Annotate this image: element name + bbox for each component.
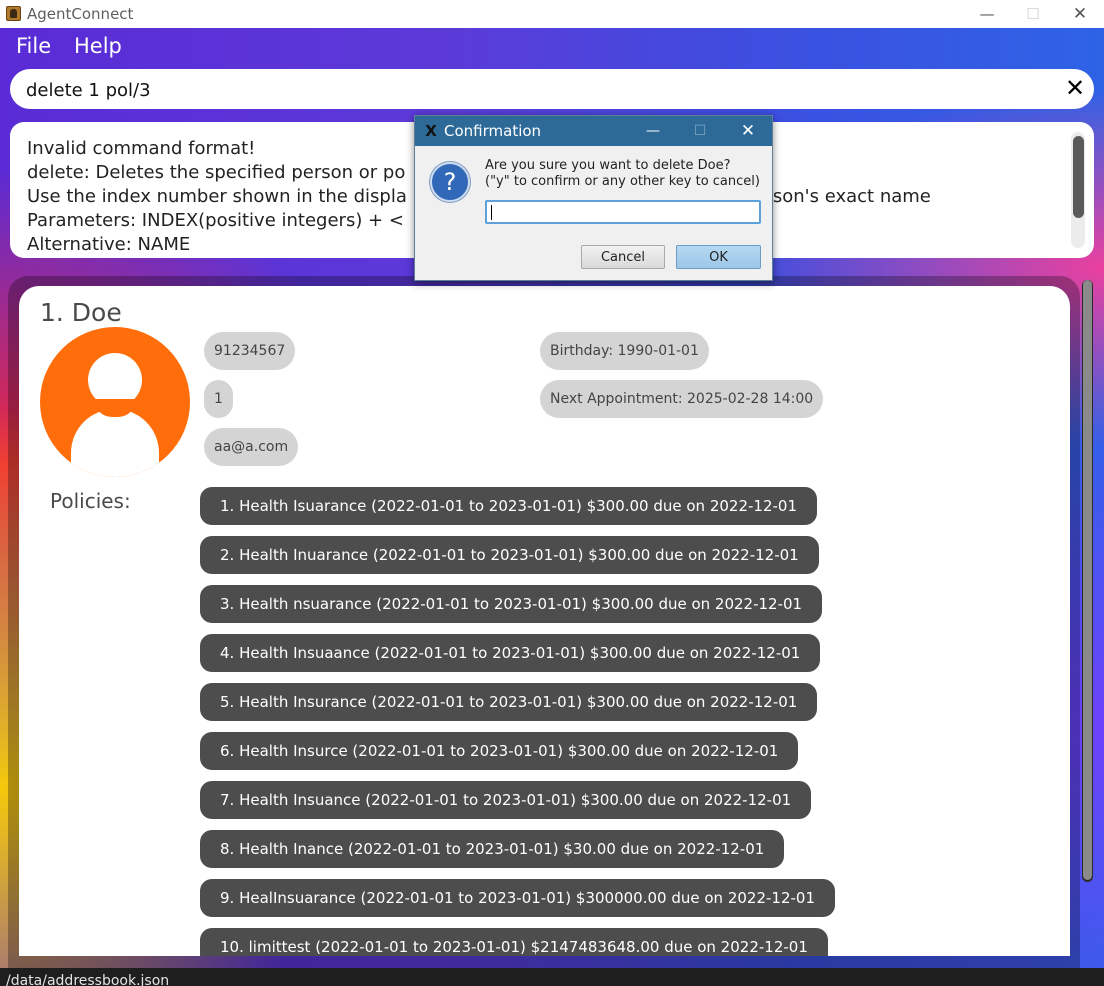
app-icon: [6, 6, 21, 21]
policy-item: 3. Health nsuarance (2022-01-01 to 2023-…: [200, 585, 823, 623]
policy-item: 6. Health Insurce (2022-01-01 to 2023-01…: [200, 732, 799, 770]
menu-help[interactable]: Help: [74, 34, 122, 58]
appointment-tag: Next Appointment: 2025-02-28 14:00: [540, 380, 824, 418]
dialog-message: Are you sure you want to delete Doe?: [485, 158, 731, 173]
policies-label: Policies:: [50, 489, 131, 513]
command-box: ✕: [10, 69, 1094, 109]
menu-file[interactable]: File: [16, 34, 51, 58]
cancel-button[interactable]: Cancel: [581, 245, 665, 269]
email-tag: aa@a.com: [204, 428, 299, 466]
policy-item: 9. HealInsuarance (2022-01-01 to 2023-01…: [200, 879, 835, 917]
policy-item: 5. Health Insurance (2022-01-01 to 2023-…: [200, 683, 818, 721]
policy-item: 2. Health Inuarance (2022-01-01 to 2023-…: [200, 536, 819, 574]
maximize-icon[interactable]: ☐: [677, 116, 723, 146]
window-title: AgentConnect: [27, 5, 134, 23]
avatar-icon: [40, 327, 190, 477]
policy-item: 7. Health Insuance (2022-01-01 to 2023-0…: [200, 781, 812, 819]
person-card[interactable]: 1. Doe 91234567 1 aa@a.com Birthday: 199…: [19, 286, 1070, 956]
close-icon[interactable]: ✕: [1057, 0, 1103, 28]
window-titlebar: AgentConnect — ☐ ✕: [0, 0, 1104, 28]
ok-button[interactable]: OK: [676, 245, 761, 269]
policy-item: 8. Health Inance (2022-01-01 to 2023-01-…: [200, 830, 785, 868]
command-input[interactable]: [26, 77, 1026, 103]
dialog-titlebar: X Confirmation — ☐ ✕: [415, 116, 772, 146]
birthday-tag: Birthday: 1990-01-01: [540, 332, 709, 370]
text-caret: [491, 205, 492, 220]
question-icon: ?: [430, 162, 470, 202]
phone-tag: 91234567: [204, 332, 296, 370]
dialog-title: Confirmation: [444, 122, 542, 140]
data-file-path: /data/addressbook.json: [6, 973, 170, 986]
dialog-message-hint: ("y" to confirm or any other key to canc…: [485, 174, 760, 189]
address-tag: 1: [204, 380, 233, 418]
result-scrollbar-thumb[interactable]: [1073, 136, 1084, 218]
person-name: 1. Doe: [40, 298, 122, 327]
clear-icon[interactable]: ✕: [1064, 76, 1086, 100]
policy-item: 10. limittest (2022-01-01 to 2023-01-01)…: [200, 928, 828, 956]
minimize-icon[interactable]: —: [630, 116, 676, 146]
policy-item: 1. Health Isuarance (2022-01-01 to 2023-…: [200, 487, 818, 525]
result-line-fragment: son's exact name: [772, 186, 931, 207]
policy-item: 4. Health Insuaance (2022-01-01 to 2023-…: [200, 634, 821, 672]
status-bar: /data/addressbook.json: [0, 968, 1104, 986]
dialog-logo-icon: X: [425, 122, 437, 140]
minimize-icon[interactable]: —: [964, 0, 1010, 28]
list-scrollbar-thumb[interactable]: [1083, 280, 1092, 880]
confirmation-dialog: X Confirmation — ☐ ✕ ? Are you sure you …: [414, 115, 773, 281]
close-icon[interactable]: ✕: [725, 116, 771, 146]
confirm-input[interactable]: [485, 200, 761, 224]
maximize-icon[interactable]: ☐: [1010, 0, 1056, 28]
